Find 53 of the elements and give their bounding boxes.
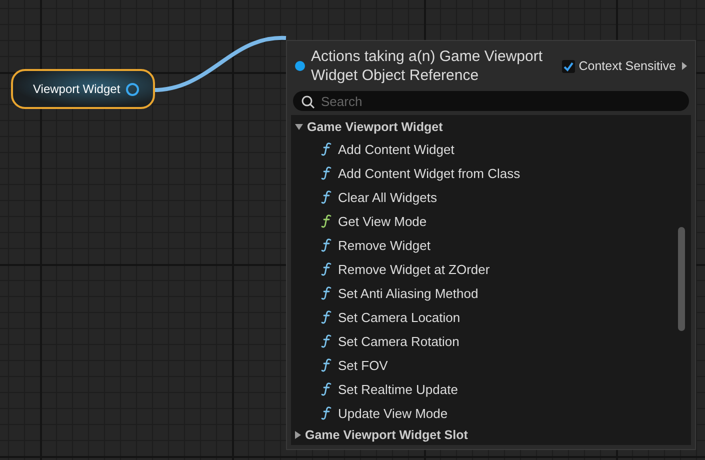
function-icon [321,334,332,348]
category-label: Game Viewport Widget Slot [305,428,468,442]
function-icon [321,190,332,204]
function-icon [321,310,332,324]
scrollbar-thumb[interactable] [678,227,685,331]
action-label: Add Content Widget [338,142,454,156]
pin-type-dot-icon [295,61,305,71]
collapse-arrow-icon [295,124,303,130]
action-label: Set Camera Rotation [338,334,460,348]
category-row[interactable]: Game Viewport Widget [291,117,691,137]
action-label: Set Anti Aliasing Method [338,286,478,300]
function-icon [321,286,332,300]
function-icon [321,406,332,420]
function-icon [321,382,332,396]
node-label: Viewport Widget [33,82,120,96]
action-item[interactable]: Set FOV [291,353,691,377]
action-item[interactable]: Update View Mode [291,401,691,425]
action-label: Set Realtime Update [338,382,458,396]
action-label: Update View Mode [338,406,448,420]
checkbox[interactable] [562,60,575,72]
action-item[interactable]: Get View Mode [291,209,691,233]
function-icon [321,142,332,156]
action-item[interactable]: Remove Widget at ZOrder [291,257,691,281]
action-label: Remove Widget [338,238,430,252]
function-icon [321,238,332,252]
action-item[interactable]: Set Anti Aliasing Method [291,281,691,305]
expand-arrow-icon [295,431,301,439]
search-field[interactable]: Search [293,91,689,111]
action-label: Set FOV [338,358,388,372]
action-item[interactable]: Add Content Widget [291,137,691,161]
function-icon [321,262,332,276]
action-item[interactable]: Clear All Widgets [291,185,691,209]
action-label: Add Content Widget from Class [338,166,520,180]
function-icon [321,214,332,228]
expand-arrow-icon[interactable] [682,62,687,70]
action-item[interactable]: Set Realtime Update [291,377,691,401]
action-item[interactable]: Remove Widget [291,233,691,257]
action-label: Clear All Widgets [338,190,437,204]
search-icon [301,95,315,109]
output-pin-icon[interactable] [126,82,140,96]
category-label: Game Viewport Widget [307,120,443,134]
function-icon [321,166,332,180]
action-item[interactable]: Set Camera Rotation [291,329,691,353]
action-item[interactable]: Add Content Widget from Class [291,161,691,185]
action-label: Get View Mode [338,214,427,228]
function-icon [321,358,332,372]
action-item[interactable]: Set Camera Location [291,305,691,329]
category-row[interactable]: Game Viewport Widget Slot [291,425,691,445]
action-label: Remove Widget at ZOrder [338,262,490,276]
menu-title: Actions taking a(n) Game Viewport Widget Object Reference [311,47,544,85]
graph-node[interactable]: Viewport Widget [11,69,155,109]
action-label: Set Camera Location [338,310,460,324]
context-sensitive-toggle[interactable]: Context Sensitive [562,59,676,73]
